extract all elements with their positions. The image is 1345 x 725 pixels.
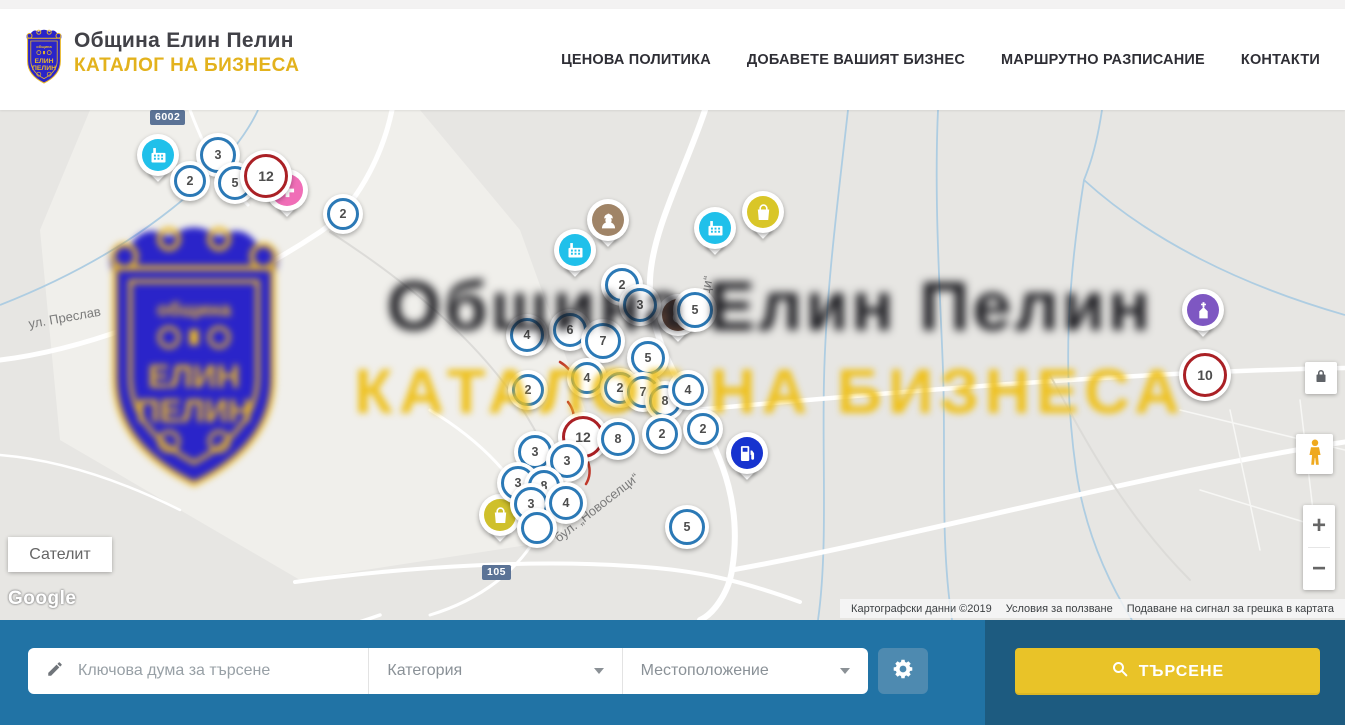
factory-icon (142, 139, 174, 171)
advanced-settings-button[interactable] (878, 648, 928, 694)
business-cluster-marker[interactable]: 2 (642, 414, 682, 454)
road-number-badge: 105 (482, 565, 511, 580)
map-canvas[interactable]: ул. Преславбул. „Новоселци“ци“ 6002105 3… (0, 110, 1345, 620)
business-cluster-marker[interactable]: 12 (240, 150, 292, 202)
keyword-segment (28, 648, 368, 694)
nav-add-your-business[interactable]: ДОБАВЕТЕ ВАШИЯТ БИЗНЕС (747, 52, 965, 68)
main-nav: ЦЕНОВА ПОЛИТИКА ДОБАВЕТЕ ВАШИЯТ БИЗНЕС М… (561, 9, 1320, 110)
map-data-copyright: Картографски данни ©2019 (844, 603, 999, 615)
lock-icon (1312, 367, 1330, 390)
road-number-badge: 6002 (150, 110, 185, 125)
google-logo[interactable]: Google (8, 588, 76, 610)
map-attribution: Картографски данни ©2019 Условия за полз… (840, 599, 1345, 618)
terms-of-use-link[interactable]: Условия за ползване (999, 603, 1120, 615)
search-bar: Категория Местоположение (28, 648, 868, 694)
page-top-strip (0, 0, 1345, 9)
svg-text:община: община (36, 44, 52, 49)
business-cluster-marker[interactable] (517, 508, 557, 548)
site-title: Община Елин Пелин (74, 29, 294, 53)
pegman-icon (1302, 437, 1328, 472)
map-type-control: Карта Сателит (8, 537, 112, 572)
location-dropdown[interactable]: Местоположение (622, 648, 868, 694)
chevron-down-icon (594, 668, 604, 674)
pencil-icon (46, 660, 64, 683)
nav-contacts[interactable]: КОНТАКТИ (1241, 52, 1320, 68)
business-cluster-marker[interactable]: 5 (665, 505, 709, 549)
business-cluster-marker[interactable]: 2 (508, 370, 548, 410)
business-cluster-marker[interactable]: 2 (323, 194, 363, 234)
nav-route-schedule[interactable]: МАРШРУТНО РАЗПИСАНИЕ (1001, 52, 1205, 68)
map-type-satellite-button[interactable]: Сателит (8, 537, 112, 572)
site-subtitle: КАТАЛОГ НА БИЗНЕСА (74, 55, 299, 77)
fuel-icon (731, 437, 763, 469)
search-button-panel: ТЪРСЕНЕ (985, 620, 1345, 725)
category-dropdown[interactable]: Категория (368, 648, 621, 694)
business-cluster-marker[interactable]: 10 (1179, 349, 1231, 401)
bag-icon (747, 196, 779, 228)
category-dropdown-label: Категория (387, 662, 462, 680)
zoom-in-button[interactable]: + (1303, 505, 1335, 547)
zoom-out-button[interactable]: − (1303, 548, 1335, 590)
search-button[interactable]: ТЪРСЕНЕ (1015, 648, 1320, 695)
street-view-pegman[interactable] (1296, 434, 1333, 474)
bag-category-pin[interactable] (742, 191, 784, 241)
fuel-category-pin[interactable] (726, 432, 768, 482)
business-cluster-marker[interactable]: 2 (683, 409, 723, 449)
church-category-pin[interactable] (1182, 289, 1224, 339)
search-button-label: ТЪРСЕНЕ (1139, 663, 1224, 681)
gear-icon (891, 657, 915, 686)
business-cluster-marker[interactable]: 8 (597, 418, 639, 460)
factory-category-pin[interactable] (694, 207, 736, 257)
svg-text:ПЕЛИН: ПЕЛИН (32, 65, 56, 72)
location-dropdown-label: Местоположение (641, 662, 769, 680)
worker-icon (592, 204, 624, 236)
chevron-down-icon (840, 668, 850, 674)
business-cluster-marker[interactable]: 5 (673, 288, 717, 332)
business-cluster-marker[interactable]: 3 (619, 284, 661, 326)
business-cluster-marker[interactable]: 7 (581, 319, 625, 363)
site-header: община ЕЛИН ПЕЛИН Община Елин Пелин КАТА… (0, 9, 1345, 110)
municipality-crest-logo[interactable]: община ЕЛИН ПЕЛИН (22, 26, 66, 88)
search-icon (1111, 660, 1129, 683)
nav-pricing-policy[interactable]: ЦЕНОВА ПОЛИТИКА (561, 52, 711, 68)
factory-icon (699, 212, 731, 244)
report-map-error-link[interactable]: Подаване на сигнал за грешка в картата (1120, 603, 1341, 615)
business-cluster-marker[interactable]: 2 (170, 161, 210, 201)
keyword-search-input[interactable] (76, 661, 330, 681)
business-cluster-marker[interactable]: 4 (668, 370, 708, 410)
zoom-control: + − (1303, 505, 1335, 590)
worker-category-pin[interactable] (587, 199, 629, 249)
search-bar-section: Категория Местоположение ТЪРСЕНЕ (0, 620, 1345, 725)
church-icon (1187, 294, 1219, 326)
business-cluster-marker[interactable]: 4 (506, 314, 548, 356)
lock-control[interactable] (1305, 362, 1337, 394)
svg-text:ЕЛИН: ЕЛИН (34, 58, 53, 65)
